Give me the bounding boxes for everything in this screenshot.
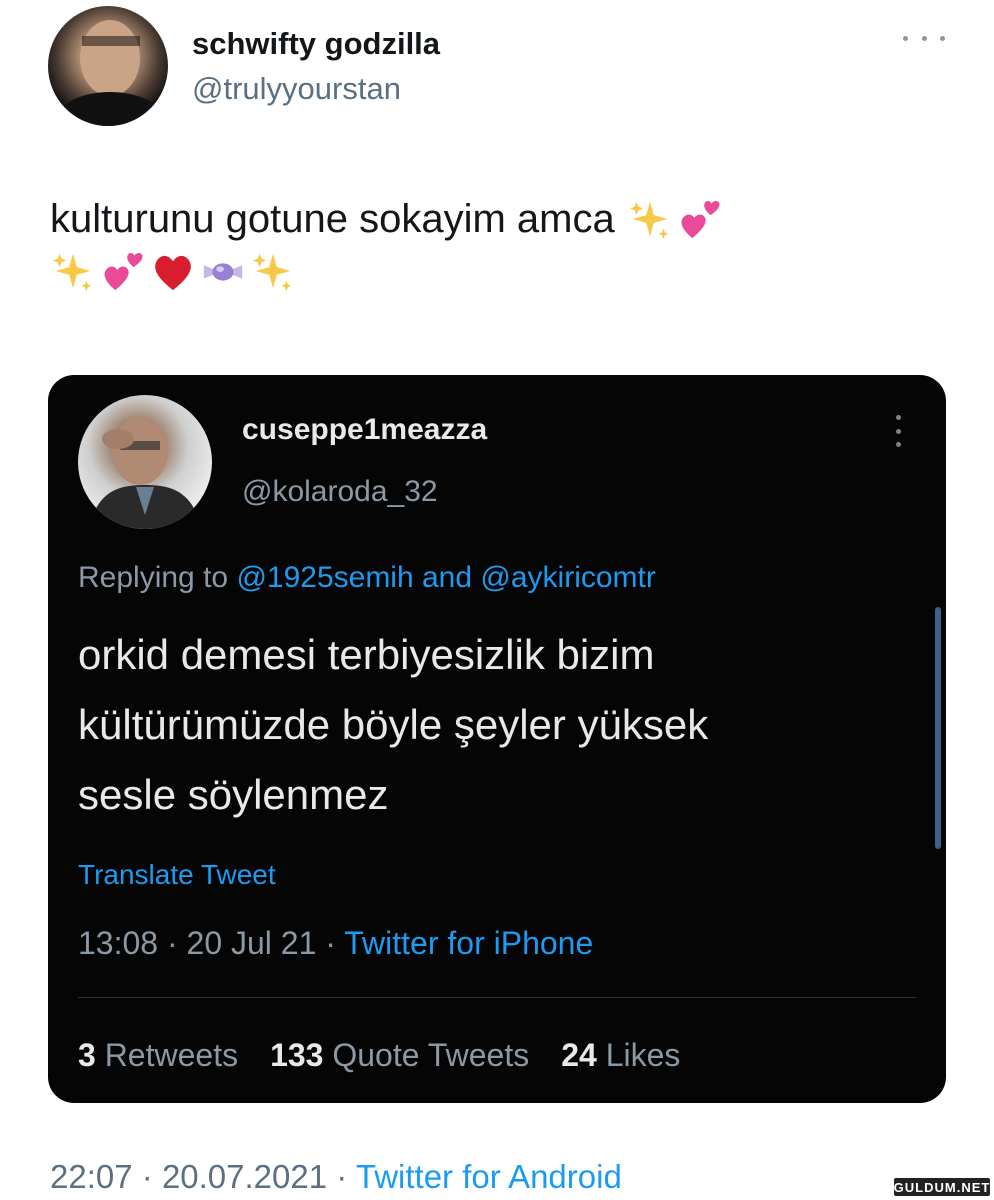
profile-photo-icon bbox=[58, 20, 162, 126]
profile-photo-icon bbox=[88, 417, 202, 529]
quoted-handle[interactable]: @kolaroda_32 bbox=[242, 475, 438, 509]
red-heart-emoji-icon bbox=[155, 255, 191, 291]
quoted-time: 13:08 bbox=[78, 925, 159, 961]
quoted-stats: 3 Retweets 133 Quote Tweets 24 Likes bbox=[78, 1037, 680, 1074]
more-options-icon[interactable] bbox=[903, 28, 945, 48]
quoted-text-line: kültürümüzde böyle şeyler yüksek bbox=[78, 701, 709, 748]
reply-and-text: and bbox=[422, 561, 473, 594]
separator-dot: · bbox=[336, 1158, 348, 1195]
quoted-text-line: sesle söylenmez bbox=[78, 771, 389, 818]
two-hearts-emoji-icon bbox=[681, 200, 720, 239]
scrollbar[interactable] bbox=[935, 607, 941, 849]
quotes-count: 133 bbox=[270, 1037, 324, 1073]
outer-time: 22:07 bbox=[50, 1158, 133, 1195]
likes-label: Likes bbox=[605, 1037, 681, 1073]
retweets-stat[interactable]: 3 Retweets bbox=[78, 1037, 238, 1074]
sparkles-emoji-icon bbox=[252, 253, 292, 292]
outer-tweet-text: kulturunu gotune sokayim amca bbox=[50, 190, 930, 294]
translate-tweet-link[interactable]: Translate Tweet bbox=[78, 859, 276, 891]
separator-dot: · bbox=[166, 925, 178, 961]
outer-tweet-meta: 22:07 · 20.07.2021 · Twitter for Android bbox=[50, 1158, 622, 1196]
candy-emoji-icon bbox=[203, 263, 243, 281]
quoted-tweet-text: orkid demesi terbiyesizlik bizim kültürü… bbox=[78, 620, 918, 830]
quoted-tweet-meta: 13:08 · 20 Jul 21 · Twitter for iPhone bbox=[78, 925, 593, 962]
likes-count: 24 bbox=[561, 1037, 597, 1073]
retweets-label: Retweets bbox=[104, 1037, 239, 1073]
outer-source-link[interactable]: Twitter for Android bbox=[356, 1158, 622, 1195]
quoted-text-line: orkid demesi terbiyesizlik bizim bbox=[78, 631, 655, 678]
quote-tweets-stat[interactable]: 133 Quote Tweets bbox=[270, 1037, 529, 1074]
quoted-display-name[interactable]: cuseppe1meazza bbox=[242, 413, 487, 447]
quoted-source-link[interactable]: Twitter for iPhone bbox=[344, 925, 593, 961]
separator-dot: · bbox=[325, 925, 336, 961]
sparkles-emoji-icon bbox=[629, 201, 668, 240]
quoted-date: 20 Jul 21 bbox=[186, 925, 317, 961]
outer-handle[interactable]: @trulyyourstan bbox=[192, 71, 401, 107]
replying-prefix: Replying to bbox=[78, 561, 229, 594]
vertical-more-icon[interactable] bbox=[894, 415, 902, 447]
outer-date: 20.07.2021 bbox=[161, 1158, 328, 1195]
watermark-logo: GULDUM.NET bbox=[893, 1178, 991, 1196]
likes-stat[interactable]: 24 Likes bbox=[561, 1037, 680, 1074]
replying-to: Replying to @1925semih and @aykiricomtr bbox=[78, 561, 656, 595]
outer-avatar[interactable] bbox=[48, 6, 168, 126]
quotes-label: Quote Tweets bbox=[332, 1037, 530, 1073]
retweets-count: 3 bbox=[78, 1037, 96, 1073]
two-hearts-emoji-icon bbox=[104, 252, 143, 291]
outer-tweet-text-content: kulturunu gotune sokayim amca bbox=[50, 197, 615, 241]
quoted-tweet-screenshot[interactable]: cuseppe1meazza @kolaroda_32 Replying to … bbox=[48, 375, 946, 1103]
divider bbox=[78, 997, 916, 998]
outer-display-name[interactable]: schwifty godzilla bbox=[192, 26, 440, 62]
reply-mention-link[interactable]: @aykiricomtr bbox=[480, 561, 655, 594]
quoted-avatar[interactable] bbox=[78, 395, 212, 529]
reply-mention-link[interactable]: @1925semih bbox=[236, 561, 413, 594]
sparkles-emoji-icon bbox=[52, 253, 92, 292]
separator-dot: · bbox=[141, 1158, 153, 1195]
